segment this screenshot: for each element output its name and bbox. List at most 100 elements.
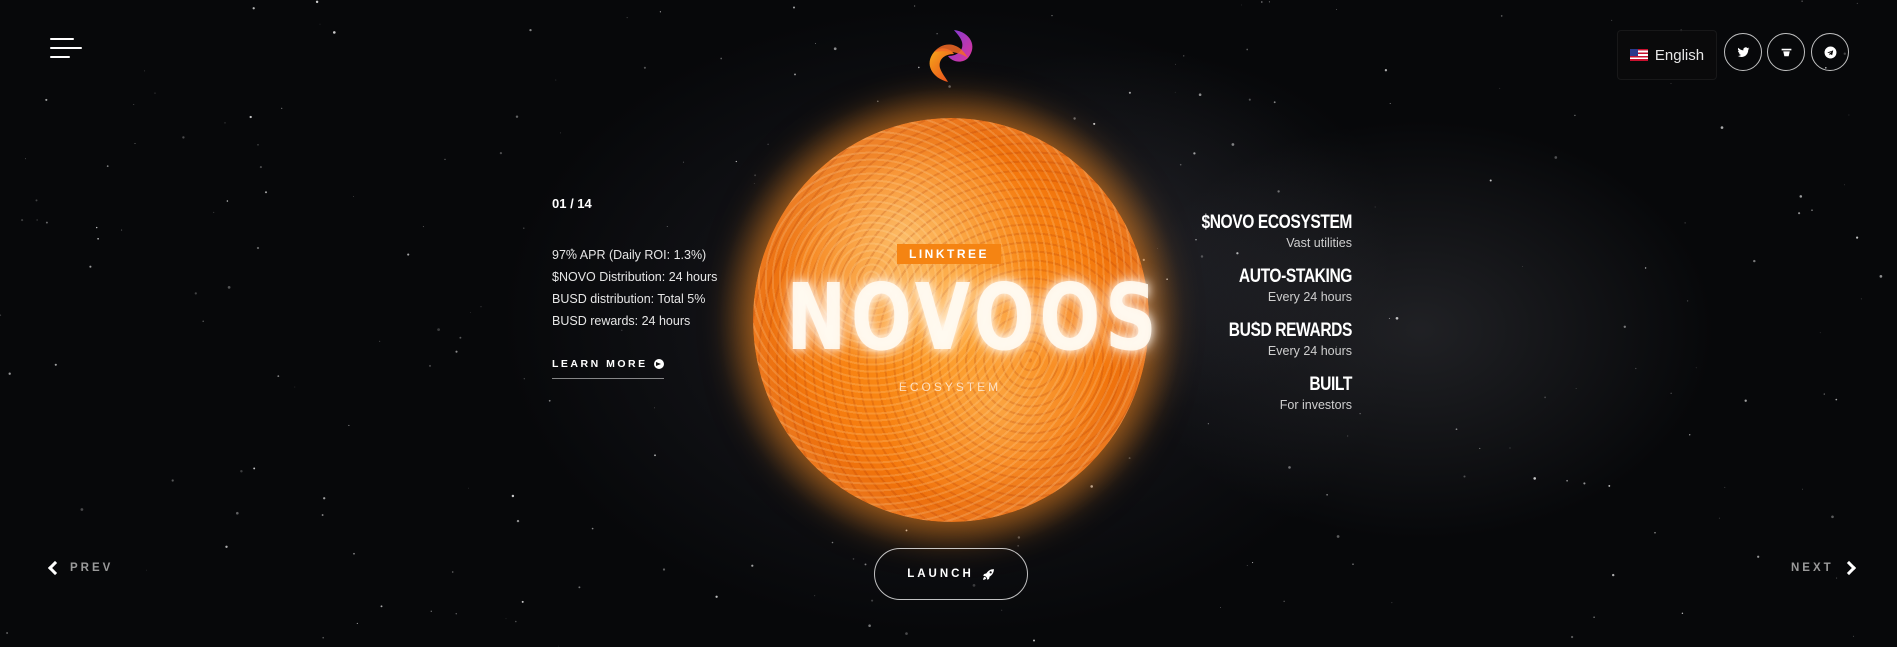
star [315,0,319,4]
star [213,211,215,213]
star [1277,190,1280,193]
star [1811,209,1813,211]
learn-more-label: LEARN MORE [552,358,648,370]
launch-button[interactable]: LAUNCH [874,548,1028,600]
star [1583,482,1586,485]
star [1499,87,1501,89]
star [1241,4,1242,6]
twitter-button[interactable] [1724,33,1762,71]
star [1718,517,1720,519]
star [868,624,871,627]
star [831,541,834,544]
star [1283,600,1285,602]
star [144,70,146,72]
star [1273,101,1276,104]
star [751,564,754,567]
star [1500,15,1503,17]
rocket-icon [982,568,994,580]
star [253,467,256,470]
learn-more-link[interactable]: LEARN MORE [552,358,664,379]
chevron-left-icon [47,560,63,576]
star [1268,1,1270,3]
star [146,569,147,571]
star [54,363,57,366]
star [1611,19,1613,21]
star [833,47,837,51]
chevron-right-icon [1841,560,1856,576]
star [1384,69,1388,72]
star [281,107,283,109]
star [1544,396,1546,399]
menu-icon[interactable] [50,38,82,62]
star [1835,398,1838,401]
linktree-icon [1781,48,1791,56]
star [1836,577,1838,579]
next-button[interactable]: NEXT [1791,560,1856,576]
star [257,144,259,146]
hero-stage: English LINKTREE NOVOOS ECOSYSTEM 01 / 1… [0,0,1897,647]
star [1575,388,1577,390]
star [259,166,262,169]
next-label: NEXT [1791,562,1834,574]
feature-title: AUTO-STAKING [1238,266,1352,287]
language-select[interactable]: English [1617,30,1717,80]
star [1744,399,1747,402]
star [1844,184,1846,186]
star [1326,493,1328,496]
star [171,479,174,482]
star [814,595,816,597]
star [560,132,562,134]
star [905,632,908,635]
star [353,552,355,555]
star [1860,298,1862,300]
launch-label: LAUNCH [907,568,974,580]
star [1352,563,1354,565]
star [1856,2,1858,4]
star [1182,55,1185,57]
star [1608,484,1611,487]
star [1336,535,1340,538]
star [1554,156,1558,159]
star [332,31,336,34]
star [194,292,197,295]
feature-item: BUILT For investors [1150,374,1353,414]
star [1623,325,1626,328]
brand-title: NOVOOS [786,264,1162,371]
star [1033,639,1035,642]
star [422,226,424,228]
star [1220,607,1221,608]
arrow-right-circle-icon [653,359,664,369]
star [236,511,239,515]
telegram-button[interactable] [1811,33,1849,71]
star [1757,555,1760,558]
star [348,424,350,426]
prev-label: PREV [70,562,114,574]
star [1799,195,1803,198]
star [1260,1,1263,3]
star [45,221,48,224]
star [430,610,432,612]
star [6,632,9,634]
star [591,527,594,530]
brand-subtitle: ECOSYSTEM [898,380,1002,394]
star [1798,212,1801,215]
star [322,636,324,639]
linktree-button[interactable] [1767,33,1805,71]
star [96,226,98,229]
star [1193,152,1196,155]
star [470,312,471,313]
star [1801,0,1803,2]
star [1128,91,1131,94]
star [1246,48,1249,51]
prev-button[interactable]: PREV [47,560,114,576]
info-item: 97% APR (Daily ROI: 1.3%) [552,248,707,262]
star [1612,573,1615,577]
star [182,136,185,139]
star [1644,267,1647,269]
star [529,28,532,32]
feature-desc: For investors [1279,398,1352,412]
star [1819,332,1821,334]
linktree-tag[interactable]: LINKTREE [897,244,1001,264]
star [0,314,2,316]
star [21,219,24,222]
